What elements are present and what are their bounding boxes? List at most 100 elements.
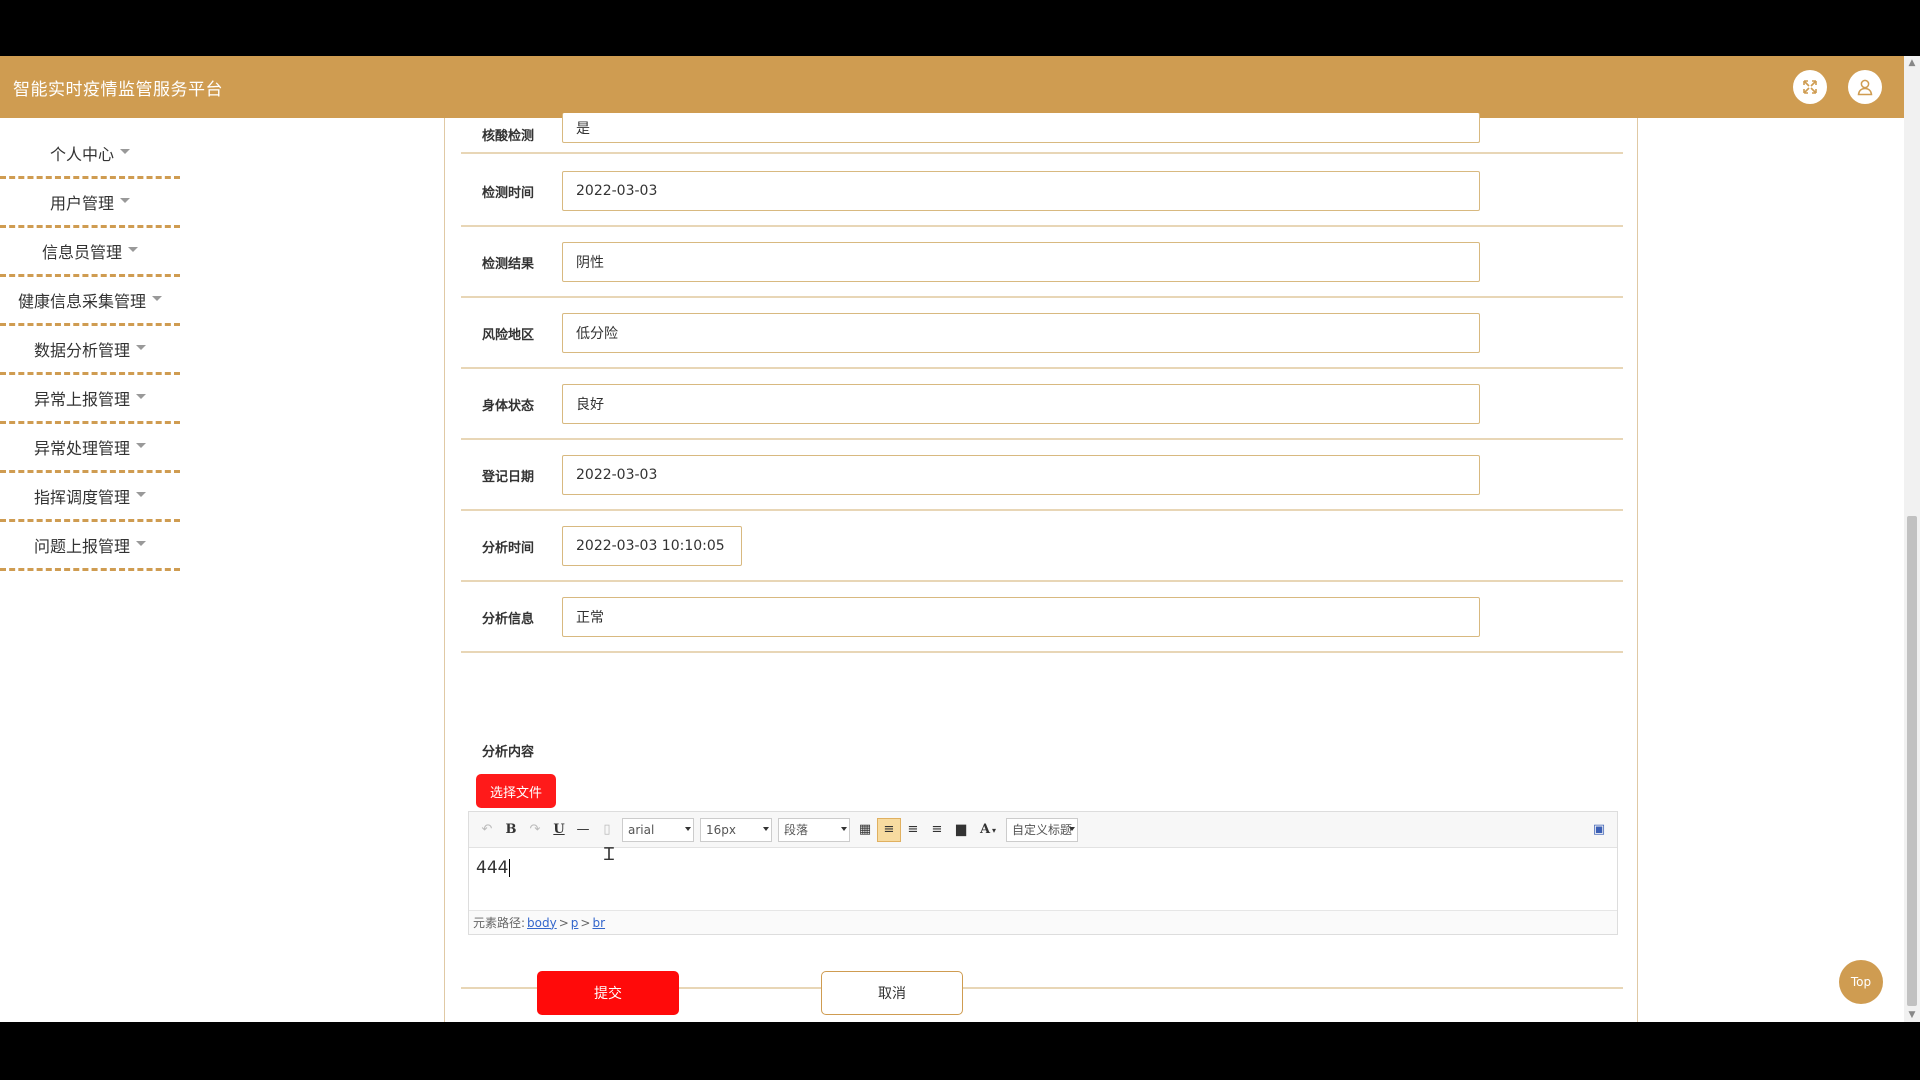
scrollbar-thumb[interactable] bbox=[1907, 516, 1917, 1006]
choose-file-button[interactable]: 选择文件 bbox=[476, 774, 556, 808]
bold-button[interactable]: B bbox=[499, 818, 523, 842]
analysis-info-input[interactable]: 正常 bbox=[562, 597, 1480, 637]
sidebar-item-label: 信息员管理 bbox=[41, 243, 122, 262]
page-scrollbar[interactable]: ▲ ▼ bbox=[1904, 56, 1920, 1022]
browser-viewport: 智能实时疫情监管服务平台 个人中心 用户管理 信息员管理 健康信息采集管理 数据… bbox=[0, 56, 1920, 1022]
cancel-button[interactable]: 取消 bbox=[821, 971, 963, 1015]
chevron-down-icon bbox=[763, 826, 769, 831]
submit-button[interactable]: 提交 bbox=[537, 971, 679, 1015]
align-right-icon[interactable]: ≡ bbox=[901, 818, 925, 842]
align-center-icon[interactable]: ≡ bbox=[925, 818, 949, 842]
caret-down-icon bbox=[128, 246, 138, 252]
field-label: 核酸检测 bbox=[482, 129, 535, 144]
sidebar-item-data-analysis[interactable]: 数据分析管理 bbox=[0, 326, 180, 375]
font-color-button[interactable]: A ▾ bbox=[973, 818, 1003, 842]
undo-icon[interactable]: ↶ bbox=[475, 818, 499, 842]
app-title: 智能实时疫情监管服务平台 bbox=[13, 80, 223, 100]
sidebar-item-dispatch[interactable]: 指挥调度管理 bbox=[0, 473, 180, 522]
scroll-down-arrow-icon[interactable]: ▼ bbox=[1904, 1008, 1920, 1022]
fullscreen-button[interactable] bbox=[1793, 70, 1827, 104]
chevron-down-icon: ▾ bbox=[992, 824, 997, 835]
font-family-value: arial bbox=[628, 822, 655, 837]
body-status-input[interactable]: 良好 bbox=[562, 384, 1480, 424]
mouse-ibeam-cursor: Ɪ bbox=[604, 844, 615, 865]
paste-icon[interactable]: ▯ bbox=[595, 818, 619, 842]
paragraph-select[interactable]: 段落 bbox=[778, 817, 850, 842]
justify-icon[interactable]: ▆ bbox=[949, 818, 973, 842]
risk-area-input[interactable]: 低分险 bbox=[562, 313, 1480, 353]
back-to-top-button[interactable]: Top bbox=[1839, 960, 1883, 1004]
caret-down-icon bbox=[136, 442, 146, 448]
sidebar-item-personal-center[interactable]: 个人中心 bbox=[0, 130, 180, 179]
caret-down-icon bbox=[120, 148, 130, 154]
field-label: 身体状态 bbox=[482, 399, 535, 414]
user-icon bbox=[1857, 79, 1873, 96]
caret-down-icon bbox=[120, 197, 130, 203]
top-header: 智能实时疫情监管服务平台 bbox=[0, 56, 1904, 118]
sidebar-item-label: 异常上报管理 bbox=[33, 390, 130, 409]
path-link-br[interactable]: br bbox=[592, 916, 605, 930]
font-size-select[interactable]: 16px bbox=[700, 817, 772, 842]
nucleic-test-input[interactable]: 是 bbox=[562, 113, 1480, 143]
fullscreen-editor-icon[interactable]: ▣ bbox=[1587, 818, 1611, 842]
sidebar-item-label: 异常处理管理 bbox=[33, 439, 130, 458]
custom-title-value: 自定义标题 bbox=[1012, 823, 1073, 837]
form-row-analysis-time: 分析时间 2022-03-03 10:10:05 bbox=[461, 511, 1623, 582]
analysis-time-input[interactable]: 2022-03-03 10:10:05 bbox=[562, 526, 742, 566]
chevron-down-icon bbox=[1069, 826, 1075, 831]
table-icon[interactable]: ▦ bbox=[853, 818, 877, 842]
paragraph-value: 段落 bbox=[784, 823, 809, 837]
field-label: 风险地区 bbox=[482, 328, 535, 343]
form-row-test-result: 检测结果 阴性 bbox=[461, 227, 1623, 298]
sidebar-item-label: 问题上报管理 bbox=[33, 537, 130, 556]
element-path-bar: 元素路径: body > p > br bbox=[469, 910, 1617, 934]
form-row-analysis-info: 分析信息 正常 bbox=[461, 582, 1623, 653]
redo-icon[interactable]: ↷ bbox=[523, 818, 547, 842]
test-time-input[interactable]: 2022-03-03 bbox=[562, 171, 1480, 211]
sidebar-item-anomaly-report[interactable]: 异常上报管理 bbox=[0, 375, 180, 424]
element-path-label: 元素路径: bbox=[473, 916, 526, 930]
horizontal-rule-icon[interactable]: — bbox=[571, 818, 595, 842]
font-family-select[interactable]: arial bbox=[622, 817, 694, 842]
align-left-icon[interactable]: ≡ bbox=[877, 817, 901, 842]
sidebar-item-label: 健康信息采集管理 bbox=[17, 292, 146, 311]
register-date-input[interactable]: 2022-03-03 bbox=[562, 455, 1480, 495]
user-avatar-button[interactable] bbox=[1848, 70, 1882, 104]
caret-down-icon bbox=[136, 540, 146, 546]
sidebar-item-informant-management[interactable]: 信息员管理 bbox=[0, 228, 180, 277]
caret-down-icon bbox=[152, 295, 162, 301]
sidebar-item-issue-report[interactable]: 问题上报管理 bbox=[0, 522, 180, 571]
field-label: 分析信息 bbox=[482, 612, 535, 627]
form-row-register-date: 登记日期 2022-03-03 bbox=[461, 440, 1623, 511]
sidebar-item-label: 数据分析管理 bbox=[33, 341, 130, 360]
chevron-down-icon bbox=[841, 826, 847, 831]
font-color-label: A bbox=[979, 822, 991, 837]
test-result-input[interactable]: 阴性 bbox=[562, 242, 1480, 282]
sidebar-menu: 个人中心 用户管理 信息员管理 健康信息采集管理 数据分析管理 异常上报管理 异… bbox=[0, 130, 180, 571]
text-cursor bbox=[509, 859, 511, 877]
form-row-body-status: 身体状态 良好 bbox=[461, 369, 1623, 440]
sidebar-item-anomaly-handling[interactable]: 异常处理管理 bbox=[0, 424, 180, 473]
path-link-body[interactable]: body bbox=[527, 916, 557, 930]
chevron-down-icon bbox=[685, 826, 691, 831]
form-row-test-time: 检测时间 2022-03-03 bbox=[461, 156, 1623, 227]
sidebar-item-health-collection[interactable]: 健康信息采集管理 bbox=[0, 277, 180, 326]
custom-title-select[interactable]: 自定义标题 bbox=[1006, 817, 1078, 842]
scroll-up-arrow-icon[interactable]: ▲ bbox=[1904, 56, 1920, 70]
editor-content: 444 bbox=[476, 858, 509, 878]
sidebar-item-user-management[interactable]: 用户管理 bbox=[0, 179, 180, 228]
field-label: 分析时间 bbox=[482, 541, 535, 556]
sidebar-item-label: 指挥调度管理 bbox=[33, 488, 130, 507]
form-panel: 核酸检测 是 检测时间 2022-03-03 检测结果 阴性 风险地区 低分险 … bbox=[444, 113, 1638, 1022]
sidebar-item-label: 个人中心 bbox=[49, 145, 114, 164]
rich-text-editor: ↶ B ↷ U — ▯ arial 16px 段落 ▦ ≡ ≡ ≡ ▆ A ▾ 自… bbox=[468, 811, 1618, 935]
field-label: 登记日期 bbox=[482, 470, 535, 485]
sidebar-item-label: 用户管理 bbox=[49, 194, 114, 213]
editor-toolbar: ↶ B ↷ U — ▯ arial 16px 段落 ▦ ≡ ≡ ≡ ▆ A ▾ 自… bbox=[469, 812, 1617, 848]
editor-content-area[interactable]: 444 bbox=[469, 848, 1617, 910]
caret-down-icon bbox=[136, 393, 146, 399]
underline-button[interactable]: U bbox=[547, 818, 571, 842]
fullscreen-icon bbox=[1803, 80, 1817, 94]
path-link-p[interactable]: p bbox=[571, 916, 579, 930]
caret-down-icon bbox=[136, 491, 146, 497]
